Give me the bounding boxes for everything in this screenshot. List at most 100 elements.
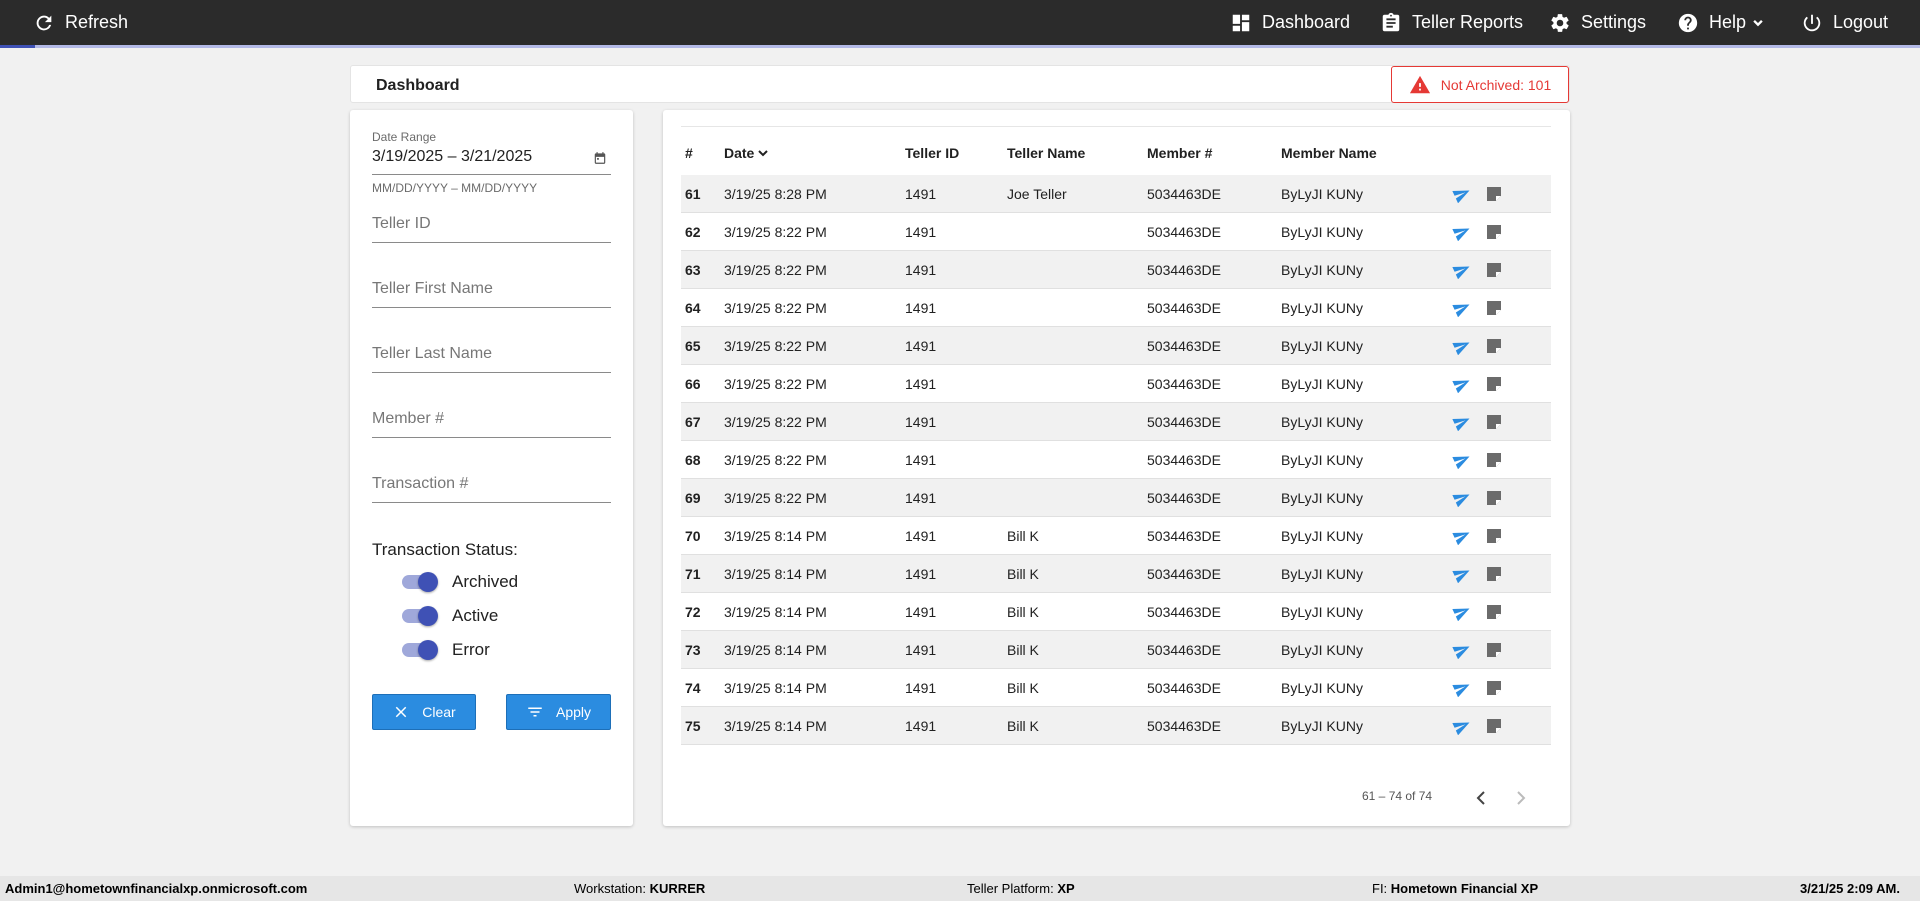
table-row[interactable]: 69 3/19/25 8:22 PM 1491 5034463DE ByLyJI KUN…	[681, 479, 1551, 517]
row-teller-id: 1491	[905, 452, 937, 468]
error-switch[interactable]	[402, 640, 438, 660]
row-date: 3/19/25 8:22 PM	[724, 262, 827, 278]
table-row[interactable]: 71 3/19/25 8:14 PM 1491 Bill K 5034463DE ByLy…	[681, 555, 1551, 593]
col-teller-name-header[interactable]: Teller Name	[1007, 145, 1085, 161]
page-title: Dashboard	[376, 77, 460, 94]
next-page-icon[interactable]	[1514, 788, 1528, 808]
note-icon[interactable]	[1486, 718, 1502, 734]
note-icon[interactable]	[1486, 300, 1502, 316]
row-member-number: 5034463DE	[1147, 604, 1221, 620]
row-teller-name: Bill K	[1007, 680, 1039, 696]
send-icon[interactable]	[1452, 565, 1472, 583]
previous-page-icon[interactable]	[1474, 788, 1488, 808]
row-teller-id: 1491	[905, 490, 937, 506]
col-num-header[interactable]: #	[685, 145, 693, 161]
table-row[interactable]: 72 3/19/25 8:14 PM 1491 Bill K 5034463DE ByLy…	[681, 593, 1551, 631]
send-icon[interactable]	[1452, 337, 1472, 355]
row-num: 62	[685, 224, 701, 240]
archived-switch[interactable]	[402, 572, 438, 592]
status-toggle-error[interactable]: Error	[402, 640, 490, 660]
col-member-number-header[interactable]: Member #	[1147, 145, 1212, 161]
error-label: Error	[452, 640, 490, 659]
close-icon	[396, 706, 407, 718]
table-row[interactable]: 67 3/19/25 8:22 PM 1491 5034463DE ByLyJI KUN…	[681, 403, 1551, 441]
send-icon[interactable]	[1452, 413, 1472, 431]
table-row[interactable]: 73 3/19/25 8:14 PM 1491 Bill K 5034463DE ByLy…	[681, 631, 1551, 669]
table-row[interactable]: 75 3/19/25 8:14 PM 1491 Bill K 5034463DE ByLy…	[681, 707, 1551, 745]
active-switch[interactable]	[402, 606, 438, 626]
col-member-name-header[interactable]: Member Name	[1281, 145, 1377, 161]
note-icon[interactable]	[1486, 642, 1502, 658]
note-icon[interactable]	[1486, 338, 1502, 354]
note-icon[interactable]	[1486, 680, 1502, 696]
row-num: 66	[685, 376, 701, 392]
table-row[interactable]: 63 3/19/25 8:22 PM 1491 5034463DE ByLyJI KUN…	[681, 251, 1551, 289]
refresh-button[interactable]: Refresh	[33, 0, 128, 45]
send-icon[interactable]	[1452, 641, 1472, 659]
status-toggle-archived[interactable]: Archived	[402, 572, 518, 592]
note-icon[interactable]	[1486, 452, 1502, 468]
note-icon[interactable]	[1486, 528, 1502, 544]
row-num: 68	[685, 452, 701, 468]
status-toggle-active[interactable]: Active	[402, 606, 498, 626]
transaction-number-input[interactable]: Transaction #	[372, 473, 611, 503]
nav-teller-reports[interactable]: Teller Reports	[1380, 0, 1523, 45]
table-row[interactable]: 64 3/19/25 8:22 PM 1491 5034463DE ByLyJI KUN…	[681, 289, 1551, 327]
send-icon[interactable]	[1452, 717, 1472, 735]
table-row[interactable]: 68 3/19/25 8:22 PM 1491 5034463DE ByLyJI KUN…	[681, 441, 1551, 479]
row-teller-name: Bill K	[1007, 528, 1039, 544]
row-member-name: ByLyJI KUNy	[1281, 414, 1363, 430]
row-date: 3/19/25 8:22 PM	[724, 224, 827, 240]
send-icon[interactable]	[1452, 375, 1472, 393]
row-num: 67	[685, 414, 701, 430]
send-icon[interactable]	[1452, 185, 1472, 203]
send-icon[interactable]	[1452, 223, 1472, 241]
note-icon[interactable]	[1486, 224, 1502, 240]
nav-help-label: Help	[1709, 12, 1747, 32]
note-icon[interactable]	[1486, 376, 1502, 392]
teller-first-name-input[interactable]: Teller First Name	[372, 278, 611, 308]
note-icon[interactable]	[1486, 566, 1502, 582]
send-icon[interactable]	[1452, 489, 1472, 507]
teller-first-name-placeholder: Teller First Name	[372, 280, 493, 297]
nav-logout[interactable]: Logout	[1801, 0, 1888, 45]
note-icon[interactable]	[1486, 186, 1502, 202]
row-member-name: ByLyJI KUNy	[1281, 452, 1363, 468]
table-row[interactable]: 66 3/19/25 8:22 PM 1491 5034463DE ByLyJI KUN…	[681, 365, 1551, 403]
nav-dashboard[interactable]: Dashboard	[1230, 0, 1350, 45]
table-row[interactable]: 61 3/19/25 8:28 PM 1491 Joe Teller 5034463DE…	[681, 175, 1551, 213]
send-icon[interactable]	[1452, 603, 1472, 621]
date-range-input[interactable]: 3/19/2025 – 3/21/2025	[372, 148, 611, 175]
note-icon[interactable]	[1486, 490, 1502, 506]
row-date: 3/19/25 8:14 PM	[724, 642, 827, 658]
chevron-down-icon	[1753, 19, 1763, 26]
teller-last-name-input[interactable]: Teller Last Name	[372, 343, 611, 373]
col-date-header[interactable]: Date	[724, 145, 769, 161]
table-row[interactable]: 65 3/19/25 8:22 PM 1491 5034463DE ByLyJI KUN…	[681, 327, 1551, 365]
note-icon[interactable]	[1486, 604, 1502, 620]
note-icon[interactable]	[1486, 414, 1502, 430]
col-teller-id-header[interactable]: Teller ID	[905, 145, 959, 161]
send-icon[interactable]	[1452, 451, 1472, 469]
send-icon[interactable]	[1452, 261, 1472, 279]
send-icon[interactable]	[1452, 299, 1472, 317]
table-row[interactable]: 74 3/19/25 8:14 PM 1491 Bill K 5034463DE ByLy…	[681, 669, 1551, 707]
table-row[interactable]: 70 3/19/25 8:14 PM 1491 Bill K 5034463DE ByLy…	[681, 517, 1551, 555]
date-range-field[interactable]: Date Range 3/19/2025 – 3/21/2025 MM/DD/Y…	[372, 130, 611, 195]
dashboard-header-card: Dashboard	[350, 65, 1570, 103]
send-icon[interactable]	[1452, 527, 1472, 545]
clear-button[interactable]: Clear	[372, 694, 476, 730]
member-number-input[interactable]: Member #	[372, 408, 611, 438]
send-icon[interactable]	[1452, 679, 1472, 697]
note-icon[interactable]	[1486, 262, 1502, 278]
power-icon	[1803, 14, 1821, 31]
row-date: 3/19/25 8:22 PM	[724, 490, 827, 506]
teller-id-input[interactable]: Teller ID	[372, 213, 611, 243]
calendar-icon[interactable]	[593, 151, 607, 165]
nav-help[interactable]: Help	[1677, 0, 1766, 45]
row-num: 71	[685, 566, 701, 582]
not-archived-alert-button[interactable]: Not Archived: 101	[1391, 66, 1569, 103]
table-row[interactable]: 62 3/19/25 8:22 PM 1491 5034463DE ByLyJI KUN…	[681, 213, 1551, 251]
apply-button[interactable]: Apply	[506, 694, 611, 730]
nav-settings[interactable]: Settings	[1549, 0, 1646, 45]
